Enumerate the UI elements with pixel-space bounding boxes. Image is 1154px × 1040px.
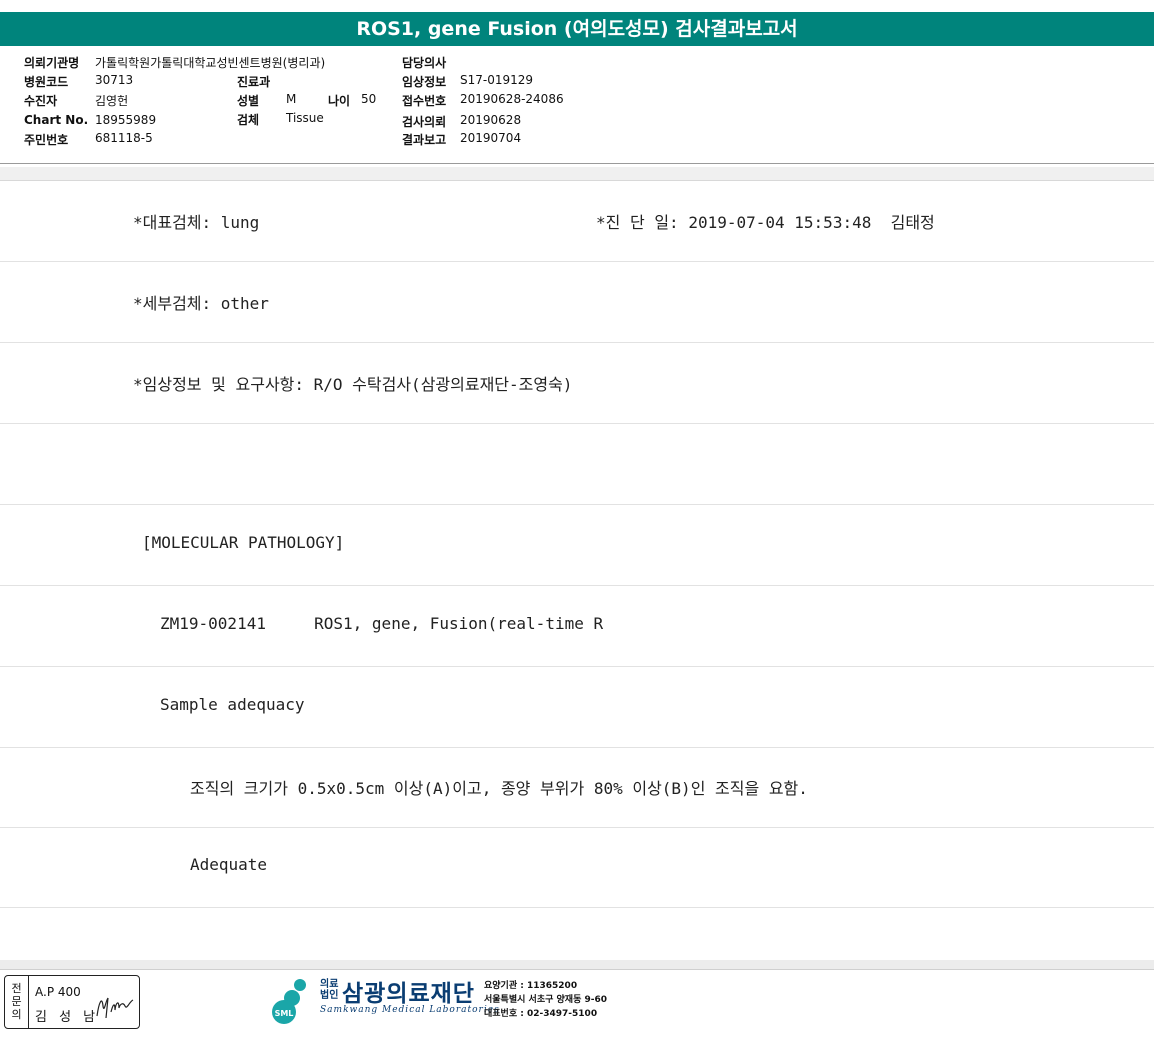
specimen-label: 검체 <box>237 113 260 127</box>
resident-value: 681118-5 <box>95 131 153 145</box>
header-divider <box>0 167 1154 181</box>
adequacy-criteria: 조직의 크기가 0.5x0.5cm 이상(A)이고, 종양 부위가 80% 이상… <box>190 779 808 798</box>
clinical-request: *임상정보 및 요구사항: R/O 수탁검사(삼광의료재단-조영숙) <box>133 375 573 394</box>
sample-adequacy-heading: Sample adequacy <box>160 695 305 714</box>
detail-specimen: *세부검체: other <box>133 294 269 313</box>
request-value: 20190628 <box>460 113 522 127</box>
sml-logo-icon: SML <box>272 979 306 1024</box>
doctor-label: 담당의사 <box>402 56 447 70</box>
report-value: 20190704 <box>460 131 522 145</box>
report-line: Adequate <box>0 827 1154 908</box>
hospital-code-value: 30713 <box>95 73 134 87</box>
pathologist-stamp: 전문의 A.P 400 김 성 남 <box>4 975 140 1029</box>
footer-divider <box>0 960 1154 970</box>
stamp-doctor-name: 김 성 남 <box>35 1010 100 1025</box>
signature-icon <box>96 997 134 1019</box>
request-label: 검사의뢰 <box>402 115 447 129</box>
representative-specimen: *대표검체: lung <box>133 213 260 232</box>
specimen-value: Tissue <box>286 111 324 125</box>
department-label: 진료과 <box>237 75 271 89</box>
chart-value: 18955989 <box>95 113 157 127</box>
report-line: *대표검체: lung *진 단 일: 2019-07-04 15:53:48 … <box>0 181 1154 262</box>
stamp-vertical-label: 전문의 <box>5 976 29 1028</box>
report-line: 조직의 크기가 0.5x0.5cm 이상(A)이고, 종양 부위가 80% 이상… <box>0 747 1154 828</box>
patient-label: 수진자 <box>24 94 58 108</box>
report-line: *임상정보 및 요구사항: R/O 수탁검사(삼광의료재단-조영숙) <box>0 343 1154 424</box>
age-label: 나이 <box>328 94 351 108</box>
section-heading: [MOLECULAR PATHOLOGY] <box>142 533 345 552</box>
org-address: 서울특별시 서초구 양재동 9-60 <box>484 995 608 1005</box>
adequacy-result: Adequate <box>190 855 268 874</box>
org-name: 삼광의료재단 <box>342 981 475 1007</box>
report-footer: 전문의 A.P 400 김 성 남 SML 의료 법인 삼광의료재단 Samkwa… <box>0 972 1154 1040</box>
stamp-ap-number: A.P 400 <box>35 985 81 999</box>
report-line: *세부검체: other <box>0 262 1154 343</box>
org-code: 요양기관 : 11365200 <box>484 981 578 991</box>
chart-label: Chart No. <box>24 113 89 127</box>
sex-value: M <box>286 92 297 106</box>
org-phone: 대표번호 : 02-3497-5100 <box>484 1009 598 1019</box>
age-value: 50 <box>361 92 377 106</box>
diagnosis-date: *진 단 일: 2019-07-04 15:53:48 김태정 <box>596 213 935 232</box>
report-title: ROS1, gene Fusion (여의도성모) 검사결과보고서 <box>0 12 1154 46</box>
report-line: Sample adequacy <box>0 667 1154 748</box>
org-english-name: Samkwang Medical Laboratories <box>320 1005 500 1015</box>
institution-label: 의뢰기관명 <box>24 56 80 70</box>
report-line: [MOLECULAR PATHOLOGY] <box>0 505 1154 586</box>
report-label: 결과보고 <box>402 133 447 147</box>
receipt-value: 20190628-24086 <box>460 92 564 106</box>
org-type: 의료 법인 <box>320 979 339 1001</box>
org-contact-info: 요양기관 : 11365200 서울특별시 서초구 양재동 9-60 대표번호 … <box>484 979 607 1021</box>
institution-value: 가톨릭학원가톨릭대학교성빈센트병원(병리과) <box>95 56 326 70</box>
logo-text: SML <box>275 1009 294 1018</box>
report-line <box>0 424 1154 505</box>
clinical-label: 임상정보 <box>402 75 447 89</box>
resident-label: 주민번호 <box>24 133 69 147</box>
test-code-line: ZM19-002141 ROS1, gene, Fusion(real-time… <box>160 614 604 633</box>
report-line: ZM19-002141 ROS1, gene, Fusion(real-time… <box>0 586 1154 667</box>
receipt-label: 접수번호 <box>402 94 447 108</box>
clinical-value: S17-019129 <box>460 73 534 87</box>
patient-value: 김영헌 <box>95 94 129 108</box>
patient-info-panel: 의뢰기관명 가톨릭학원가톨릭대학교성빈센트병원(병리과) 담당의사 병원코드 3… <box>0 46 1154 164</box>
hospital-code-label: 병원코드 <box>24 75 69 89</box>
sex-label: 성별 <box>237 94 260 108</box>
